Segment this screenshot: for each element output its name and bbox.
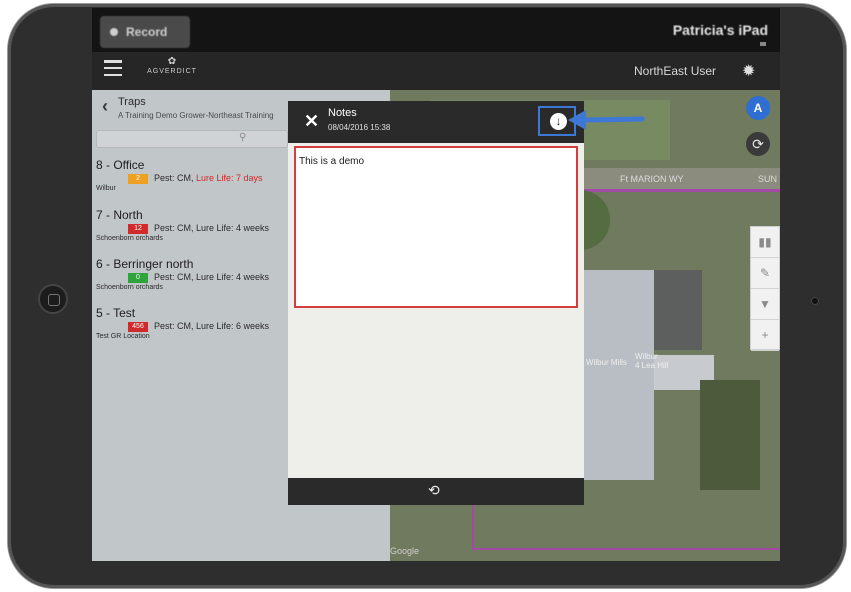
close-icon[interactable]: ✕ xyxy=(304,111,319,132)
home-button[interactable] xyxy=(38,284,68,314)
trap-count-badge: 456 xyxy=(128,322,148,332)
trap-info: Pest: CM, Lure Life: 4 weeks xyxy=(154,272,269,282)
save-download-icon[interactable]: ↓ xyxy=(550,113,567,130)
map-building xyxy=(584,270,654,480)
agverdict-logo: ✿ AGVERDICT xyxy=(144,56,200,84)
trap-count-badge: 12 xyxy=(128,224,148,234)
notes-dialog: ✕ Notes 08/04/2016 15:38 ↓ This is a dem… xyxy=(288,101,584,505)
notes-date: 08/04/2016 15:38 xyxy=(328,123,391,132)
trap-pest: Pest: CM, xyxy=(154,173,197,183)
back-chevron-icon[interactable]: ‹ xyxy=(102,96,108,117)
trap-name: 7 - North xyxy=(96,208,143,222)
status-bar: Record Patricia's iPad xyxy=(92,8,780,52)
battery-icon xyxy=(760,42,766,46)
history-icon[interactable]: ⟲ xyxy=(428,482,440,499)
add-icon[interactable]: + xyxy=(751,320,779,351)
refresh-icon[interactable]: ⟳ xyxy=(746,132,770,156)
trap-count-badge: 2 xyxy=(128,174,148,184)
navigation-button[interactable]: A xyxy=(746,96,770,120)
chart-icon[interactable]: ▮▮ xyxy=(751,227,779,258)
trap-name: 5 - Test xyxy=(96,306,136,320)
map-toolbar: ▮▮ ✎ ▼ + xyxy=(750,226,780,351)
ipad-frame: Record Patricia's iPad ✿ AGVERDICT North… xyxy=(8,4,846,588)
note-text: This is a demo xyxy=(299,156,365,167)
annotation-arrow-icon xyxy=(568,110,645,130)
map-trees-east xyxy=(700,380,760,490)
trap-grower: Wilbur xyxy=(96,185,116,192)
trap-info: Pest: CM, Lure Life: 7 days xyxy=(154,173,263,183)
logo-text: AGVERDICT xyxy=(147,68,197,75)
current-user: NorthEast User xyxy=(634,64,717,78)
note-textarea[interactable]: This is a demo xyxy=(294,146,578,308)
device-name: Patricia's iPad xyxy=(672,22,768,38)
trap-grower: Schoenborn orchards xyxy=(96,235,163,242)
notes-title: Notes xyxy=(328,107,357,119)
trap-info: Pest: CM, Lure Life: 4 weeks xyxy=(154,223,269,233)
trap-lure-life: Lure Life: 7 days xyxy=(196,173,263,183)
record-button[interactable]: Record xyxy=(100,16,190,48)
hamburger-menu-icon[interactable] xyxy=(104,60,122,76)
trap-lure-life: Lure Life: 4 weeks xyxy=(196,223,270,233)
trap-info: Pest: CM, Lure Life: 6 weeks xyxy=(154,321,269,331)
map-place-label: Wilbur Mills xyxy=(586,358,627,367)
map-watermark: Google xyxy=(390,546,420,556)
notes-footer: ⟲ xyxy=(288,478,584,505)
filter-icon[interactable]: ▼ xyxy=(751,289,779,320)
trap-pest: Pest: CM, xyxy=(154,321,197,331)
map-parking-lot xyxy=(654,270,702,350)
trap-pest: Pest: CM, xyxy=(154,223,197,233)
road-label: Ft MARION WY xyxy=(620,174,684,184)
search-icon: ⚲ xyxy=(239,132,247,143)
trap-name: 8 - Office xyxy=(96,158,145,172)
map-place-label-2: Wilbur 4 Lea Hill xyxy=(635,352,669,370)
notes-header: ✕ Notes 08/04/2016 15:38 ↓ xyxy=(288,101,584,143)
record-label: Record xyxy=(126,25,168,39)
record-icon xyxy=(110,28,118,36)
search-input[interactable]: ⚲ xyxy=(96,130,288,148)
trap-count-badge: 0 xyxy=(128,273,148,283)
road-label-right: SUN xyxy=(758,174,778,184)
sidebar-subtitle: A Training Demo Grower-Northeast Trainin… xyxy=(118,111,274,120)
gear-icon[interactable]: ✹ xyxy=(742,61,755,81)
logo-mark-icon: ✿ xyxy=(167,56,177,67)
trap-lure-life: Lure Life: 4 weeks xyxy=(196,272,270,282)
notes-body: This is a demo xyxy=(288,143,584,478)
screen: Record Patricia's iPad ✿ AGVERDICT North… xyxy=(92,8,780,561)
trap-name: 6 - Berringer north xyxy=(96,257,194,271)
trap-lure-life: Lure Life: 6 weeks xyxy=(196,321,270,331)
camera-dot xyxy=(811,297,819,305)
edit-icon[interactable]: ✎ xyxy=(751,258,779,289)
trap-grower: Test GR Location xyxy=(96,333,150,340)
trap-grower: Schoenborn orchards xyxy=(96,284,163,291)
sidebar-title: Traps xyxy=(118,96,146,108)
app-header: ✿ AGVERDICT NorthEast User ✹ xyxy=(92,52,780,90)
trap-pest: Pest: CM, xyxy=(154,272,197,282)
